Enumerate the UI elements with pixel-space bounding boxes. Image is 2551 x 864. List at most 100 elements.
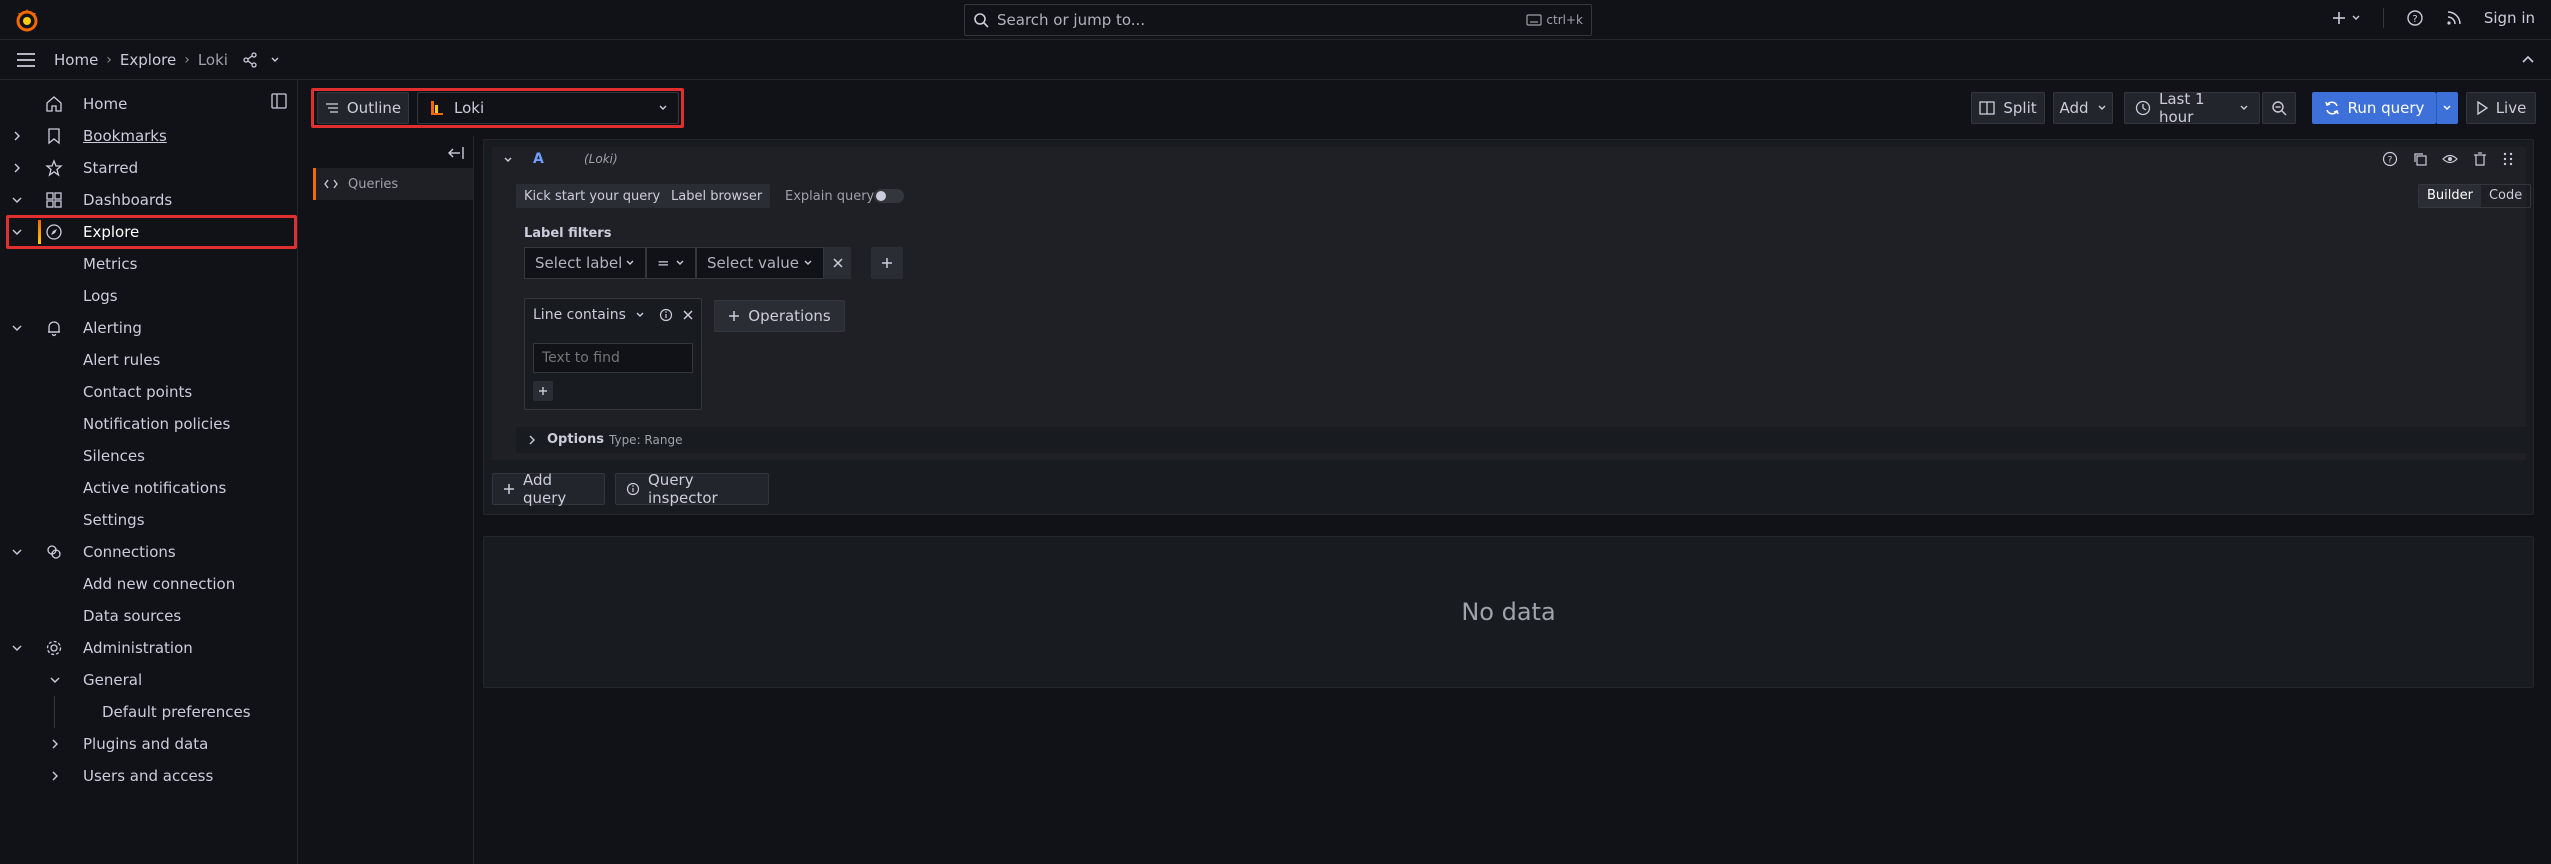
chevron-down-icon[interactable]: [10, 545, 24, 559]
sign-in-link[interactable]: Sign in: [2484, 9, 2535, 27]
datasource-picker[interactable]: Loki: [417, 92, 679, 124]
top-bar: Search or jump to... ctrl+k ? Sign in: [0, 0, 2551, 40]
operator-dropdown[interactable]: =: [646, 247, 696, 279]
add-label-filter-button[interactable]: [871, 247, 903, 279]
menu-hamburger-icon[interactable]: [16, 52, 36, 68]
sidebar-item-plugins-and-data[interactable]: Plugins and data: [0, 728, 298, 760]
sidebar-item-default-preferences[interactable]: Default preferences: [0, 696, 298, 728]
breadcrumb-explore[interactable]: Explore: [120, 51, 176, 69]
sidebar-item-contact-points[interactable]: Contact points: [0, 376, 298, 408]
chevron-right-icon[interactable]: [48, 769, 62, 783]
chevron-right-icon[interactable]: [10, 161, 24, 175]
chevron-right-icon[interactable]: [526, 434, 538, 446]
help-icon[interactable]: ?: [2406, 9, 2424, 27]
sidebar-item-metrics[interactable]: Metrics: [0, 248, 298, 280]
time-range-picker[interactable]: Last 1 hour: [2124, 90, 2260, 126]
add-dropdown-button[interactable]: Add: [2053, 92, 2113, 124]
chevron-down-icon: [803, 258, 813, 268]
explain-query-toggle[interactable]: [874, 189, 904, 203]
select-value-dropdown[interactable]: Select value: [696, 247, 824, 279]
plus-icon: [538, 386, 548, 396]
grafana-logo-icon[interactable]: [14, 7, 40, 33]
run-query-options-button[interactable]: [2436, 92, 2458, 124]
chevron-right-icon[interactable]: [10, 129, 24, 143]
sidebar-item-settings[interactable]: Settings: [0, 504, 298, 536]
sidebar-item-administration[interactable]: Administration: [0, 632, 298, 664]
mode-builder-tab[interactable]: Builder: [2419, 185, 2481, 207]
outline-button[interactable]: Outline: [317, 92, 409, 124]
collapse-chevron-up-icon[interactable]: [2521, 53, 2535, 67]
keyboard-icon: [1526, 14, 1543, 26]
add-param-button[interactable]: [533, 381, 553, 401]
star-icon: [45, 159, 63, 177]
news-rss-icon[interactable]: [2446, 10, 2462, 26]
split-button[interactable]: Split: [1971, 92, 2045, 124]
breadcrumb-loki: Loki: [197, 50, 228, 69]
sidebar-item-data-sources[interactable]: Data sources: [0, 600, 298, 632]
sidebar-item-add-new-connection[interactable]: Add new connection: [0, 568, 298, 600]
chevron-down-icon[interactable]: [48, 673, 62, 687]
sidebar-item-notification-policies[interactable]: Notification policies: [0, 408, 298, 440]
live-button[interactable]: Live: [2466, 92, 2536, 124]
query-row-actions: ?: [2382, 151, 2514, 167]
plus-icon: [2332, 12, 2345, 24]
collapse-outline-icon[interactable]: [447, 146, 465, 160]
options-row[interactable]: [516, 427, 2526, 453]
collapse-query-chevron-icon[interactable]: [503, 155, 513, 165]
sidebar-item-starred[interactable]: Starred: [0, 152, 298, 184]
sidebar-item-general[interactable]: General: [0, 664, 298, 696]
trash-icon[interactable]: [2472, 151, 2488, 167]
run-query-button[interactable]: Run query: [2312, 92, 2436, 124]
search-icon: [973, 12, 989, 28]
operations-button[interactable]: Operations: [714, 300, 845, 332]
mode-code-tab[interactable]: Code: [2481, 185, 2530, 207]
share-icon[interactable]: [242, 51, 258, 68]
info-circle-icon[interactable]: [659, 308, 673, 322]
query-ref-id[interactable]: A: [533, 151, 544, 167]
sidebar-item-alerting[interactable]: Alerting: [0, 312, 298, 344]
chevron-right-icon[interactable]: [48, 737, 62, 751]
chevron-down-icon: [2239, 103, 2249, 113]
chevron-down-icon[interactable]: [10, 641, 24, 655]
drag-handle-icon[interactable]: [2502, 151, 2514, 167]
close-icon[interactable]: [683, 310, 693, 320]
remove-label-filter-button[interactable]: [824, 247, 851, 279]
eye-icon[interactable]: [2442, 151, 2458, 167]
sidebar-item-home[interactable]: Home: [0, 88, 298, 120]
query-inspector-button[interactable]: Query inspector: [615, 471, 769, 507]
copy-icon[interactable]: [2412, 151, 2428, 167]
sidebar-item-connections[interactable]: Connections: [0, 536, 298, 568]
label-browser-button[interactable]: Label browser: [663, 184, 771, 208]
sidebar-item-logs[interactable]: Logs: [0, 280, 298, 312]
explain-query-label: Explain query: [785, 189, 875, 204]
text-to-find-input[interactable]: [533, 343, 693, 373]
close-icon: [832, 258, 843, 268]
kick-start-query-button[interactable]: Kick start your query: [516, 184, 669, 208]
sidebar-item-silences[interactable]: Silences: [0, 440, 298, 472]
svg-text:?: ?: [2388, 156, 2393, 166]
tree-line: [54, 696, 55, 728]
breadcrumb-separator: ›: [184, 51, 190, 68]
sidebar-item-bookmarks[interactable]: Bookmarks: [0, 120, 298, 152]
new-menu-button[interactable]: [2331, 10, 2361, 26]
sidebar-item-users-and-access[interactable]: Users and access: [0, 760, 298, 792]
search-shortcut: ctrl+k: [1526, 13, 1583, 27]
query-info-icon[interactable]: ?: [2382, 151, 2398, 167]
chevron-down-icon: [2352, 15, 2360, 20]
info-circle-icon: [626, 482, 640, 496]
outline-item-queries[interactable]: Queries: [313, 168, 473, 200]
sidebar-item-active-notifications[interactable]: Active notifications: [0, 472, 298, 504]
chevron-down-icon[interactable]: [270, 55, 280, 65]
chevron-down-icon[interactable]: [10, 321, 24, 335]
select-label-dropdown[interactable]: Select label: [524, 247, 646, 279]
zoom-out-button[interactable]: [2262, 92, 2296, 124]
line-contains-label[interactable]: Line contains: [533, 307, 635, 323]
add-query-button[interactable]: Add query: [492, 471, 605, 507]
sidebar-item-dashboards[interactable]: Dashboards: [0, 184, 298, 216]
sidebar-item-alert-rules[interactable]: Alert rules: [0, 344, 298, 376]
search-input[interactable]: Search or jump to... ctrl+k: [964, 4, 1592, 36]
chevron-down-icon[interactable]: [10, 193, 24, 207]
breadcrumb-home[interactable]: Home: [54, 51, 98, 69]
chevron-down-icon[interactable]: [635, 310, 645, 320]
loki-logo-icon: [428, 99, 446, 117]
